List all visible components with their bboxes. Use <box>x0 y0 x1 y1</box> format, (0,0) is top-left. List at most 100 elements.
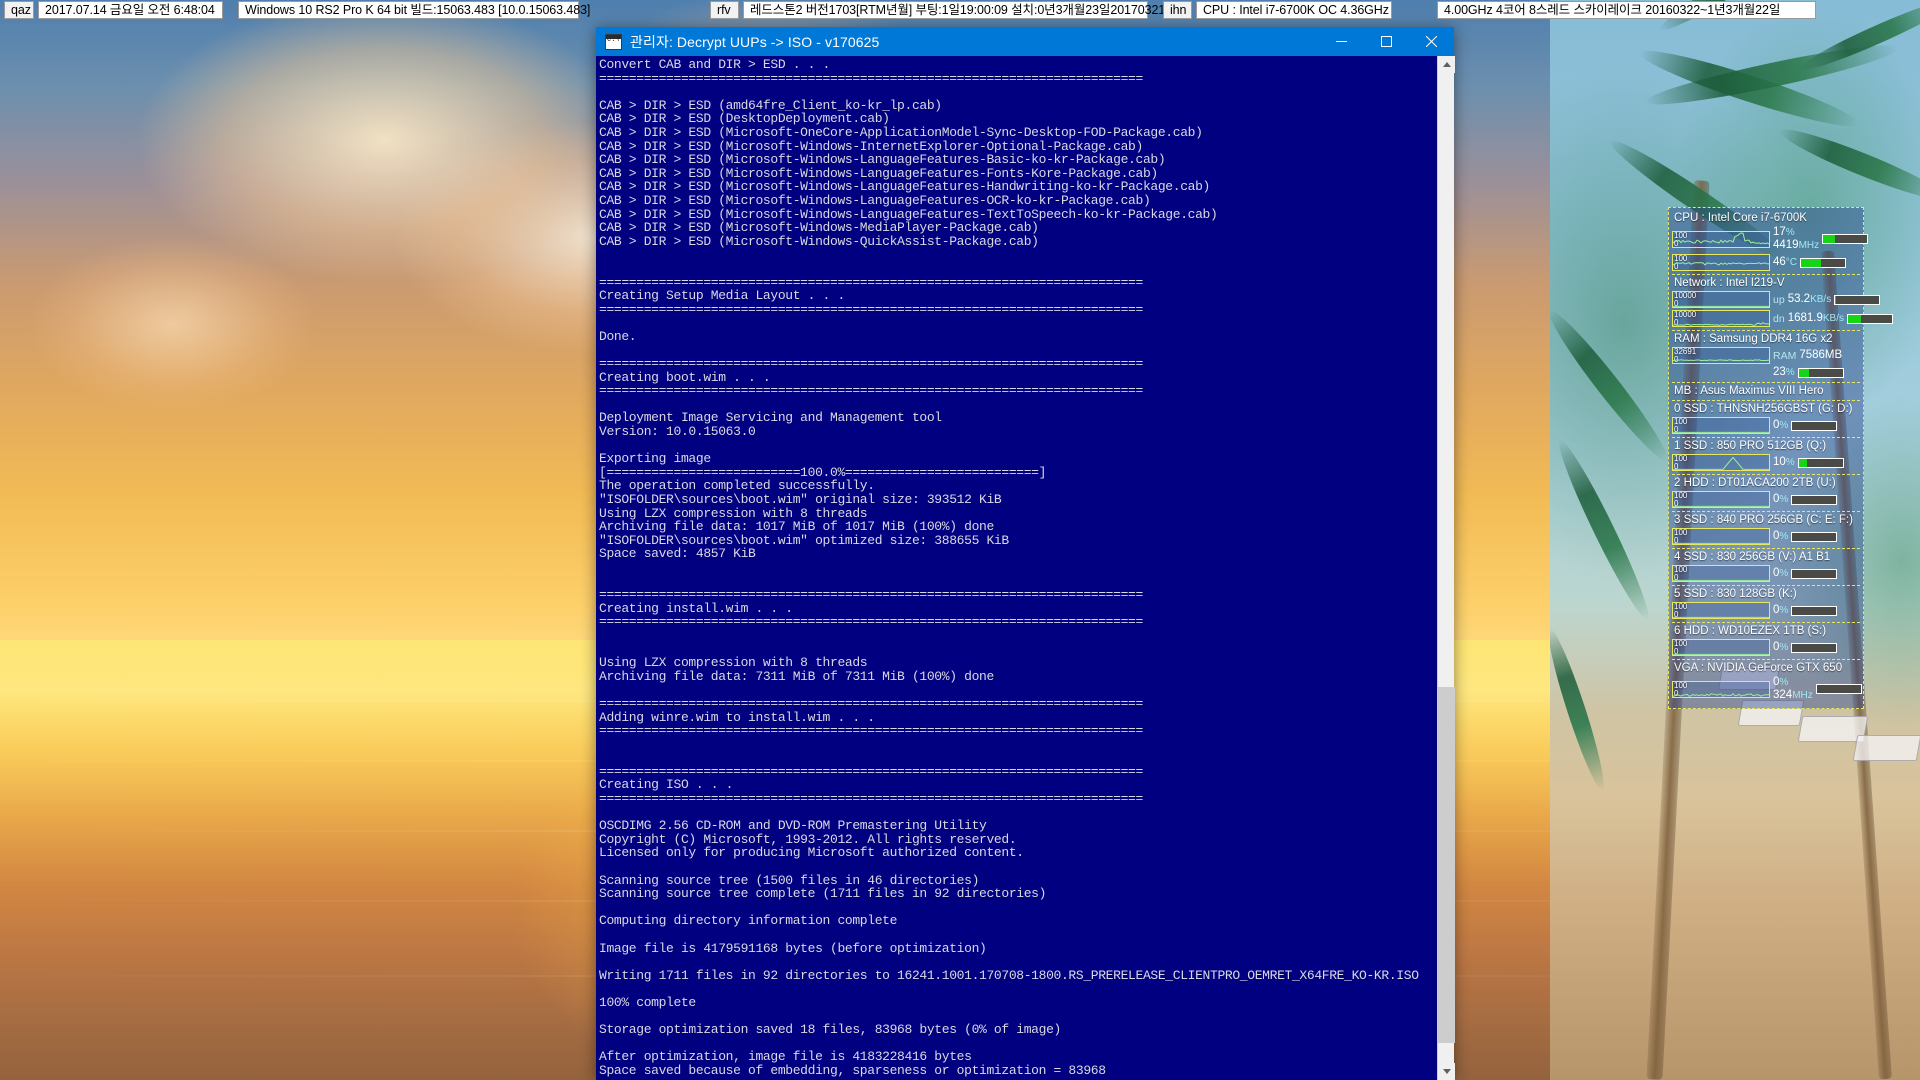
console-line: CAB > DIR > ESD (Microsoft-Windows-Langu… <box>599 206 1218 222</box>
gadget-section-cpu[interactable]: CPU : Intel Core i7-6700K 100 0 17% 4419MHz 1… <box>1672 210 1869 275</box>
scroll-up-arrow[interactable] <box>1438 56 1455 73</box>
gadget-section-disk-2[interactable]: 2 HDD : DT01ACA200 2TB (U:) 100 0 0% <box>1672 475 1860 512</box>
metric-sub-unit: MHz <box>1792 690 1813 701</box>
console-line: CAB > DIR > ESD (Microsoft-Windows-Inter… <box>599 138 1143 154</box>
console-title: 관리자: Decrypt UUPs -> ISO - v170625 <box>630 33 880 50</box>
gadget-section-disk-5[interactable]: 5 SSD : 830 128GB (K:) 100 0 0% <box>1672 586 1860 623</box>
console-titlebar[interactable]: 관리자: Decrypt UUPs -> ISO - v170625 <box>596 27 1454 56</box>
palm-frond <box>1550 626 1612 794</box>
console-line: ========================================… <box>599 723 1143 739</box>
gadget-metric-value: 0% <box>1773 567 1860 580</box>
gadget-metric-value: 0% <box>1773 530 1860 543</box>
metric-readout: 10% <box>1773 456 1795 469</box>
gadget-metric-value: 0% <box>1773 493 1860 506</box>
console-line: CAB > DIR > ESD (Microsoft-Windows-Quick… <box>599 233 1039 249</box>
gadget-metric-row: 100 0 10% <box>1672 453 1860 472</box>
metric-sub-unit: MHz <box>1798 240 1820 251</box>
beach-chair <box>1852 735 1920 761</box>
console-line: Creating boot.wim . . . <box>599 369 771 385</box>
console-line: ========================================… <box>599 301 1143 317</box>
metric-bar <box>1791 605 1838 616</box>
close-button[interactable] <box>1409 27 1454 56</box>
console-line: ========================================… <box>599 695 1143 711</box>
console-icon <box>605 33 622 50</box>
console-line: Exporting image <box>599 451 711 467</box>
console-window[interactable]: 관리자: Decrypt UUPs -> ISO - v170625 Conve… <box>596 27 1455 1080</box>
console-body[interactable]: Convert CAB and DIR > ESD . . . =========… <box>596 56 1455 1080</box>
minimize-button[interactable] <box>1319 27 1364 56</box>
gadget-metric-row: 100 0 0% <box>1672 490 1860 509</box>
gadget-section-motherboard[interactable]: MB : Asus Maximus VIII Hero <box>1672 383 1860 401</box>
console-line: Version: 10.0.15063.0 <box>599 424 756 440</box>
metric-unit: % <box>1785 457 1795 468</box>
console-line: Computing directory information complete <box>599 913 898 929</box>
gadget-metric-row: 100 0 46°C <box>1672 253 1860 272</box>
top-status-bar: qaz 2017.07.14 금요일 오전 6:48:04 Windows 10 R… <box>0 0 1920 20</box>
gadget-metric-value: dn 1681.9KB/s <box>1773 312 1893 325</box>
gadget-section-title: VGA : NVIDIA GeForce GTX 650 <box>1674 662 1843 674</box>
gadget-section-vga[interactable]: VGA : NVIDIA GeForce GTX 650 100 0 0% 324MHz <box>1672 660 1862 705</box>
gadget-sparkline: 32691 0 <box>1672 347 1770 364</box>
palm-frond <box>1550 304 1676 468</box>
console-line: CAB > DIR > ESD (Microsoft-Windows-Langu… <box>599 179 1211 195</box>
metric-unit: % <box>1779 677 1789 688</box>
metric-label: dn <box>1773 312 1785 325</box>
metric-unit: % <box>1785 227 1795 238</box>
console-scrollbar[interactable] <box>1437 56 1455 1080</box>
topbar-redstone-info: 레드스톤2 버전1703[RTM년월] 부팅:1일19:00:09 설치:0년3… <box>743 1 1165 19</box>
metric-readout: 0% <box>1773 419 1788 432</box>
metric-number: 1681.9 <box>1787 312 1823 324</box>
gadget-section-ram[interactable]: RAM : Samsung DDR4 16G x2 32691 0 RAM 7586MB… <box>1672 331 1860 383</box>
gadget-metric-row: 23% <box>1672 365 1860 380</box>
system-monitor-gadget[interactable]: CPU : Intel Core i7-6700K 100 0 17% 4419MHz 1… <box>1668 207 1893 709</box>
console-line: Creating Setup Media Layout . . . <box>599 288 845 304</box>
gadget-metric-row: 100 0 0% <box>1672 416 1860 435</box>
metric-label: RAM <box>1773 349 1797 362</box>
scrollbar-thumb[interactable] <box>1438 686 1455 1044</box>
scroll-down-arrow[interactable] <box>1438 1063 1455 1080</box>
gadget-metric-row: 10000 0 up 53.2KB/s <box>1672 290 1881 309</box>
gadget-section-disk-1[interactable]: 1 SSD : 850 PRO 512GB (Q:) 100 0 10% <box>1672 438 1860 475</box>
console-line: Done. <box>599 328 637 344</box>
console-line: Space saved because of embedding, sparse… <box>599 1062 1106 1078</box>
metric-unit: % <box>1779 494 1789 505</box>
gadget-section-disk-4[interactable]: 4 SSD : 830 256GB (V:) A1 B1 100 0 0% <box>1672 549 1860 586</box>
console-line: Using LZX compression with 8 threads <box>599 655 868 671</box>
metric-readout: 0% <box>1773 530 1788 543</box>
topbar-cpu-spec: 4.00GHz 4코어 8스레드 스카이레이크 20160322~1년3개월22… <box>1437 1 1816 19</box>
gadget-section-disk-6[interactable]: 6 HDD : WD10EZEX 1TB (S:) 100 0 0% <box>1672 623 1860 660</box>
palm-frond <box>1775 120 1920 209</box>
gadget-metric-row: 100 0 17% 4419MHz <box>1672 225 1869 253</box>
metric-readout: 53.2KB/s <box>1788 293 1832 306</box>
gadget-section-network[interactable]: Network : Intel I219-V 10000 0 up 53.2KB/s 10… <box>1672 275 1893 331</box>
metric-unit: % <box>1779 642 1789 653</box>
gadget-sparkline: 100 0 <box>1672 528 1770 545</box>
console-output[interactable]: Convert CAB and DIR > ESD . . . =========… <box>596 56 1437 1080</box>
gadget-section-disk-0[interactable]: 0 SSD : THNSNH256GBST (G: D:) 100 0 0% <box>1672 401 1860 438</box>
metric-unit: % <box>1779 531 1789 542</box>
metric-bar <box>1791 494 1838 505</box>
gadget-metric-value: 23% <box>1773 366 1860 379</box>
scrollbar-track[interactable] <box>1438 73 1455 1063</box>
gadget-sparkline: 100 0 <box>1672 254 1770 271</box>
console-line: CAB > DIR > ESD (amd64fre_Client_ko-kr_l… <box>599 97 942 113</box>
gadget-section-disk-3[interactable]: 3 SSD : 840 PRO 256GB (C: E: F:) 100 0 0% <box>1672 512 1860 549</box>
maximize-button[interactable] <box>1364 27 1409 56</box>
gadget-metric-value: 0% 324MHz <box>1773 676 1862 702</box>
gadget-section-title: 6 HDD : WD10EZEX 1TB (S:) <box>1674 625 1827 637</box>
gadget-metric-row: 100 0 0% <box>1672 564 1860 583</box>
console-line: ========================================… <box>599 614 1143 630</box>
console-line: Adding winre.wim to install.wim . . . <box>599 709 875 725</box>
console-line: Scanning source tree (1500 files in 46 d… <box>599 872 980 888</box>
console-line: After optimization, image file is 418322… <box>599 1049 972 1065</box>
console-line: CAB > DIR > ESD (Microsoft-Windows-Langu… <box>599 165 1158 181</box>
console-line: CAB > DIR > ESD (Microsoft-OneCore-Appli… <box>599 124 1203 140</box>
